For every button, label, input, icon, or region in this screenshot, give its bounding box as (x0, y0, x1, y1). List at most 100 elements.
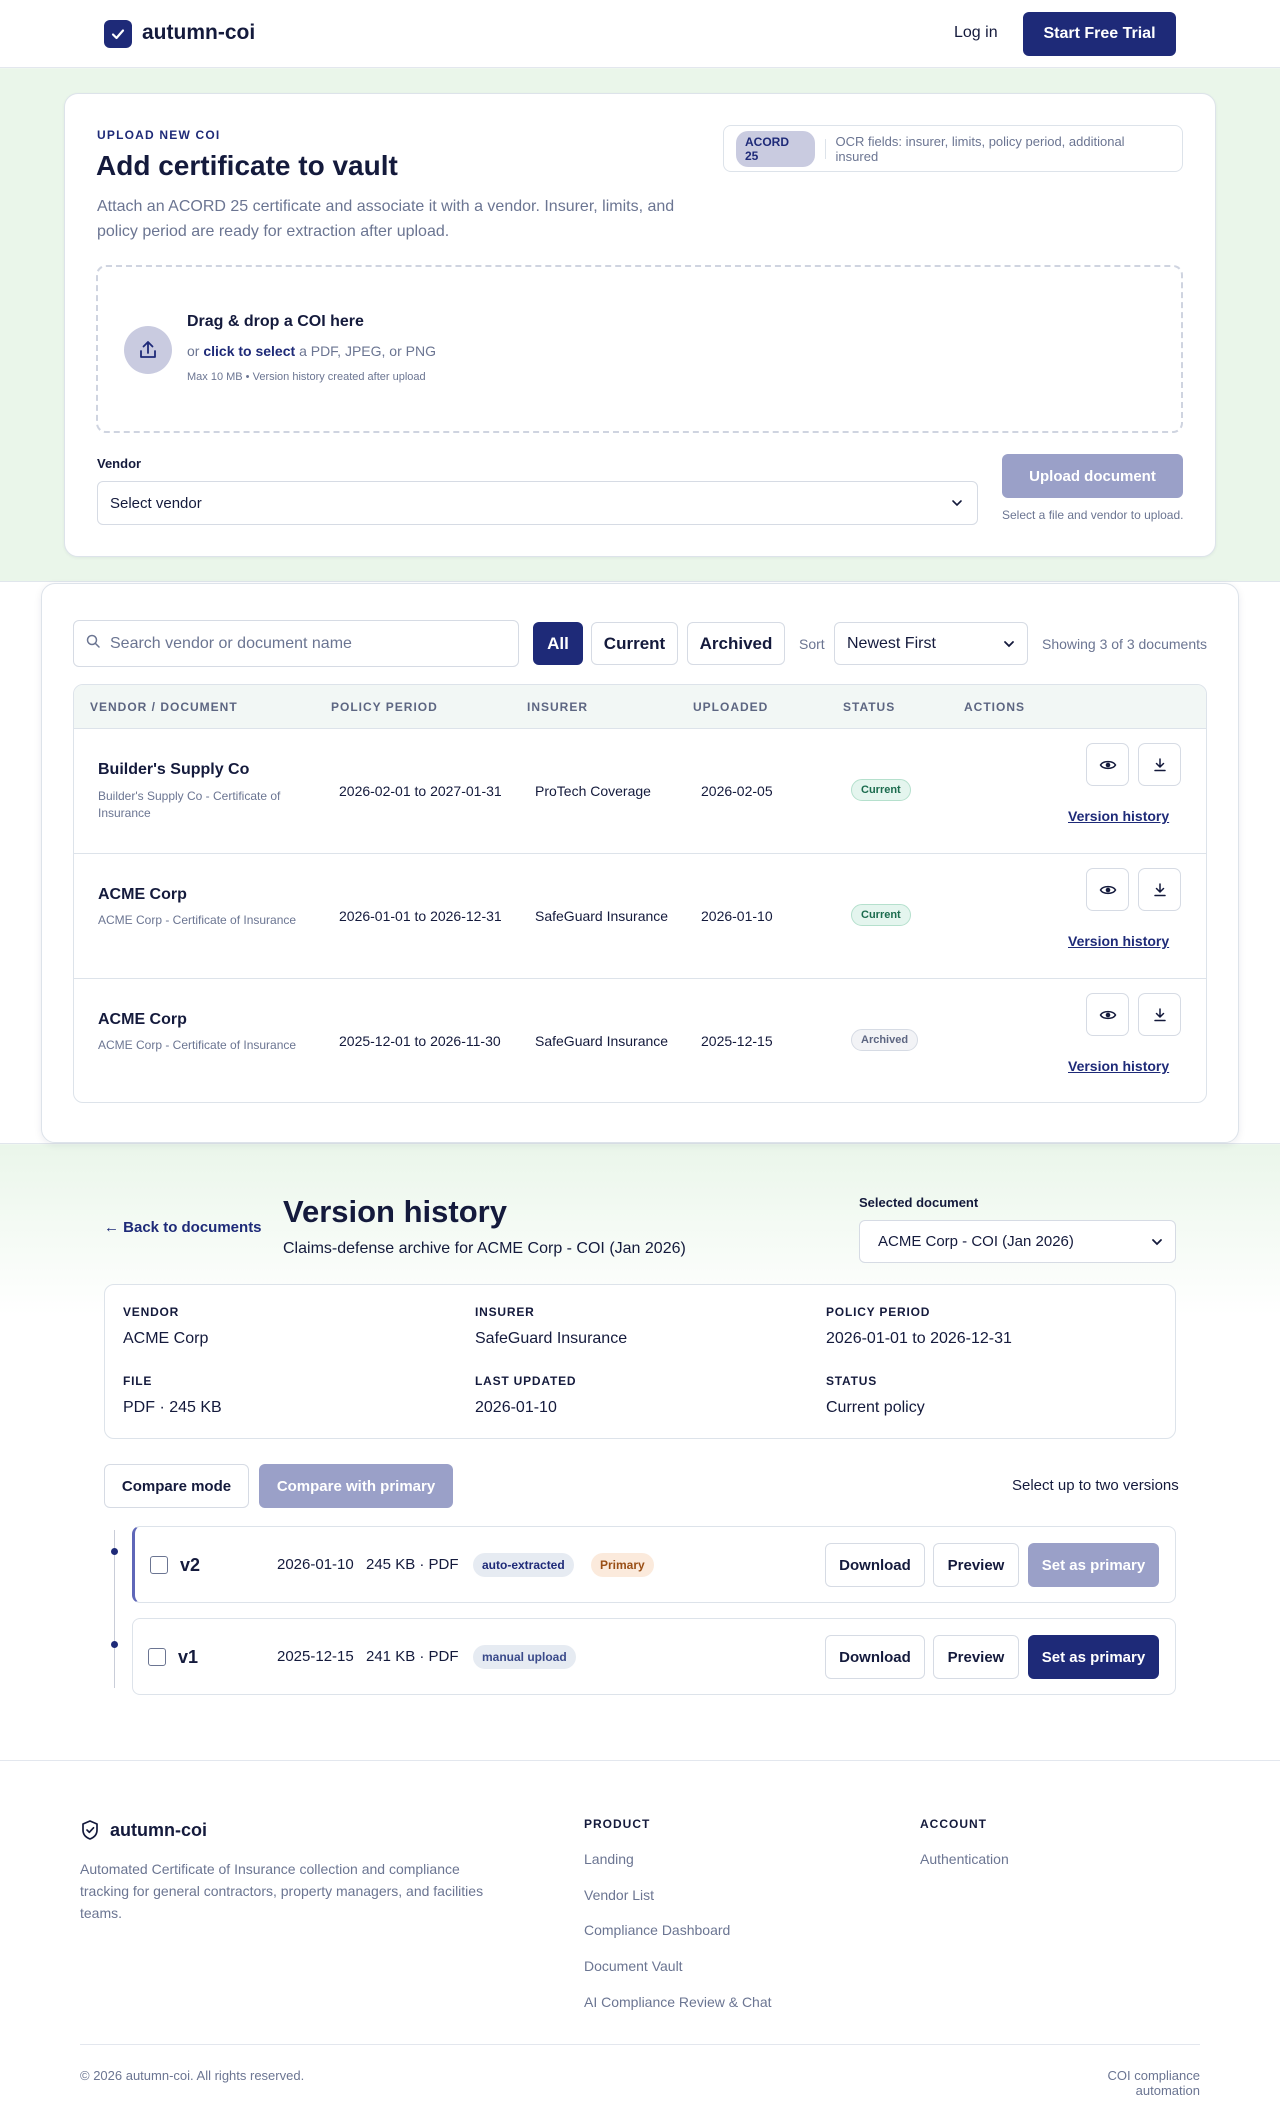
version-history-link[interactable]: Version history (1068, 1058, 1169, 1074)
filter-all[interactable]: All (533, 622, 583, 665)
footer-link-compliance-dashboard[interactable]: Compliance Dashboard (584, 1922, 730, 1938)
version-history-link[interactable]: Version history (1068, 808, 1169, 824)
chevron-down-icon (1003, 637, 1015, 655)
vendor-select[interactable]: Select vendor (97, 481, 978, 525)
upload-eyebrow: UPLOAD NEW COI (97, 128, 221, 142)
version-checkbox[interactable] (148, 1648, 166, 1666)
acord-pill: ACORD 25 (736, 130, 815, 167)
view-button[interactable] (1086, 743, 1129, 786)
footer-link-authentication[interactable]: Authentication (920, 1851, 1009, 1867)
drop-file-types: a PDF, JPEG, or PNG (299, 343, 436, 359)
footer-link-ai-compliance[interactable]: AI Compliance Review & Chat (584, 1994, 772, 2010)
auto-extracted-tag: auto-extracted (473, 1553, 574, 1577)
col-insurer: INSURER (527, 700, 589, 714)
click-to-select-link[interactable]: click to select (203, 343, 295, 359)
timeline-dot (111, 1641, 118, 1648)
selected-document-value: ACME Corp - COI (Jan 2026) (878, 1233, 1074, 1250)
view-button[interactable] (1086, 868, 1129, 911)
footer-brand[interactable]: autumn-coi (110, 1820, 207, 1841)
meta-updated-label: LAST UPDATED (475, 1374, 577, 1388)
logo-check-icon[interactable] (104, 20, 132, 48)
row-vendor: ACME Corp (98, 1011, 187, 1028)
preview-button[interactable]: Preview (933, 1635, 1019, 1679)
table-header: VENDOR / DOCUMENT POLICY PERIOD INSURER … (74, 685, 1206, 729)
version-card-v1: v1 2025-12-15 241 KB · PDF manual upload… (132, 1618, 1176, 1695)
table-row: ACME Corp ACME Corp - Certificate of Ins… (74, 854, 1206, 979)
footer-link-vendor-list[interactable]: Vendor List (584, 1887, 654, 1903)
eye-icon (1099, 885, 1116, 894)
showing-count: Showing 3 of 3 documents (1042, 636, 1207, 652)
row-insurer: SafeGuard Insurance (535, 1033, 669, 1049)
row-uploaded: 2025-12-15 (701, 1033, 773, 1049)
drop-title: Drag & drop a COI here (187, 313, 364, 330)
sort-label: Sort (799, 636, 825, 652)
view-button[interactable] (1086, 993, 1129, 1036)
drop-note: Max 10 MB • Version history created afte… (187, 371, 426, 383)
set-as-primary-button[interactable]: Set as primary (1028, 1635, 1159, 1679)
download-button[interactable] (1138, 868, 1181, 911)
version-date: 2026-01-10 (277, 1556, 354, 1573)
status-badge: Current (851, 779, 911, 801)
row-insurer: ProTech Coverage (535, 783, 651, 799)
upload-document-button[interactable]: Upload document (1002, 454, 1183, 498)
selected-document-select[interactable]: ACME Corp - COI (Jan 2026) (859, 1220, 1176, 1263)
download-icon (1153, 882, 1166, 896)
upload-icon (124, 326, 172, 374)
chevron-down-icon (951, 496, 963, 513)
meta-file: PDF · 245 KB (123, 1399, 222, 1416)
version-card-v2: v2 2026-01-10 245 KB · PDF auto-extracte… (132, 1526, 1176, 1603)
primary-tag: Primary (591, 1553, 654, 1577)
start-trial-button[interactable]: Start Free Trial (1023, 12, 1176, 56)
row-document: ACME Corp - Certificate of Insurance (98, 1038, 297, 1052)
preview-button[interactable]: Preview (933, 1543, 1019, 1587)
manual-upload-tag: manual upload (473, 1645, 576, 1669)
filter-current[interactable]: Current (591, 622, 678, 665)
document-metadata-card: VENDOR ACME Corp INSURER SafeGuard Insur… (104, 1284, 1176, 1439)
version-name: v1 (178, 1647, 199, 1667)
footer-account-heading: ACCOUNT (920, 1817, 987, 1831)
compare-mode-button[interactable]: Compare mode (104, 1464, 249, 1508)
sort-select-value: Newest First (847, 634, 936, 652)
login-link[interactable]: Log in (954, 24, 998, 42)
download-button[interactable]: Download (825, 1543, 925, 1587)
row-vendor: Builder's Supply Co (98, 761, 250, 778)
top-navbar: autumn-coi Log in Start Free Trial (0, 0, 1280, 68)
meta-status-label: STATUS (826, 1374, 878, 1388)
search-icon (86, 634, 100, 653)
sort-select[interactable]: Newest First (834, 622, 1028, 665)
version-size: 241 KB · PDF (366, 1648, 459, 1665)
search-placeholder: Search vendor or document name (110, 634, 352, 652)
download-icon (1153, 1007, 1166, 1021)
row-policy-period: 2025-12-01 to 2026-11-30 (339, 1033, 501, 1049)
meta-file-label: FILE (123, 1374, 153, 1388)
upload-hint: Select a file and vendor to upload. (1002, 508, 1184, 522)
download-button[interactable]: Download (825, 1635, 925, 1679)
footer-divider (80, 2044, 1200, 2045)
row-document: ACME Corp - Certificate of Insurance (98, 913, 297, 927)
chevron-down-icon (1151, 1235, 1163, 1252)
version-checkbox[interactable] (150, 1556, 168, 1574)
version-history-link[interactable]: Version history (1068, 933, 1169, 949)
footer-link-document-vault[interactable]: Document Vault (584, 1958, 683, 1974)
set-as-primary-button[interactable]: Set as primary (1028, 1543, 1159, 1587)
back-to-documents-link[interactable]: ← Back to documents (104, 1219, 262, 1236)
footer-link-landing[interactable]: Landing (584, 1851, 634, 1867)
download-button[interactable] (1138, 993, 1181, 1036)
version-size: 245 KB · PDF (366, 1556, 459, 1573)
col-actions: ACTIONS (964, 700, 1025, 714)
search-input[interactable]: Search vendor or document name (73, 620, 519, 667)
selected-document-label: Selected document (859, 1195, 979, 1210)
table-row: Builder's Supply Co Builder's Supply Co … (74, 729, 1206, 854)
footer-tagline: COI compliance automation (1107, 2068, 1200, 2098)
row-uploaded: 2026-02-05 (701, 783, 773, 799)
filter-archived[interactable]: Archived (687, 622, 785, 665)
brand-name[interactable]: autumn-coi (142, 21, 255, 45)
row-document: Builder's Supply Co - Certificate of Ins… (98, 789, 281, 820)
timeline-dot (111, 1548, 118, 1555)
meta-status: Current policy (826, 1399, 925, 1416)
download-button[interactable] (1138, 743, 1181, 786)
vendor-label: Vendor (97, 456, 142, 471)
compare-with-primary-button[interactable]: Compare with primary (259, 1464, 453, 1508)
drop-instructions: or click to select a PDF, JPEG, or PNG (187, 343, 436, 359)
file-dropzone[interactable]: Drag & drop a COI here or click to selec… (96, 265, 1183, 433)
